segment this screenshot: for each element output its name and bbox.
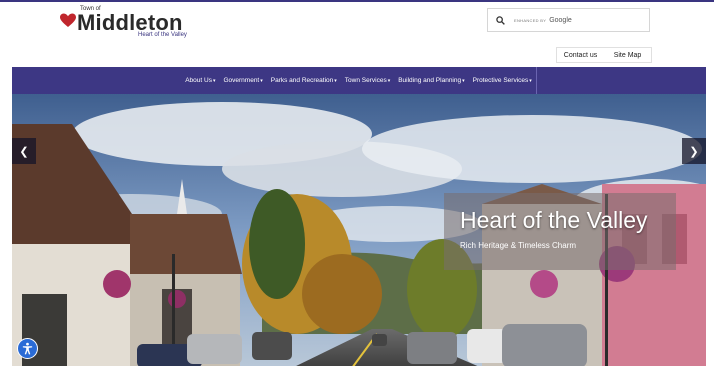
hero-slider: Heart of the Valley Rich Heritage & Time… bbox=[12, 94, 706, 366]
slider-prev-button[interactable]: ❮ bbox=[12, 138, 36, 164]
search-box[interactable]: ENHANCED BY Google bbox=[487, 8, 650, 32]
nav-label: Building and Planning bbox=[398, 77, 462, 84]
page: Town of Middleton Heart of the Valley EN… bbox=[0, 0, 714, 366]
accessibility-button[interactable] bbox=[17, 338, 38, 359]
nav-label: Government bbox=[223, 77, 260, 84]
chevron-down-icon: ▾ bbox=[212, 77, 216, 84]
accessibility-icon bbox=[22, 342, 33, 355]
nav-item-about-us[interactable]: About Us ▾ bbox=[181, 67, 219, 94]
nav-label: Protective Services bbox=[472, 77, 529, 84]
nav-label: Parks and Recreation bbox=[270, 77, 334, 84]
chevron-left-icon: ❮ bbox=[19, 145, 29, 158]
nav-item-protective-services[interactable]: Protective Services ▾ bbox=[469, 67, 537, 94]
slider-next-button[interactable]: ❯ bbox=[682, 138, 706, 164]
nav-item-building-and-planning[interactable]: Building and Planning ▾ bbox=[394, 67, 468, 94]
chevron-down-icon: ▾ bbox=[387, 77, 391, 84]
search-icon[interactable] bbox=[488, 15, 512, 25]
hero-caption: Heart of the Valley Rich Heritage & Time… bbox=[444, 193, 676, 270]
nav-label: Town Services bbox=[344, 77, 387, 84]
search-enhanced-label: ENHANCED BY bbox=[514, 17, 547, 23]
chevron-down-icon: ▾ bbox=[260, 77, 263, 84]
nav-item-government[interactable]: Government ▾ bbox=[219, 67, 266, 94]
hero-title: Heart of the Valley bbox=[460, 207, 648, 233]
site-map-link[interactable]: Site Map bbox=[604, 48, 651, 62]
nav-item-town-services[interactable]: Town Services ▾ bbox=[341, 67, 394, 94]
utility-links: Contact us Site Map bbox=[556, 47, 652, 63]
chevron-down-icon: ▾ bbox=[462, 77, 465, 84]
logo-tagline: Heart of the Valley bbox=[138, 32, 187, 38]
chevron-down-icon: ▾ bbox=[334, 77, 337, 84]
nav-label: About Us bbox=[185, 77, 212, 84]
chevron-down-icon: ▾ bbox=[529, 77, 532, 84]
nav-item-parks-and-recreation[interactable]: Parks and Recreation ▾ bbox=[267, 67, 341, 94]
town-logo[interactable]: Town of Middleton Heart of the Valley bbox=[60, 6, 200, 42]
contact-us-link[interactable]: Contact us bbox=[557, 48, 604, 62]
main-nav: About Us ▾ Government ▾ Parks and Recreati… bbox=[12, 67, 706, 94]
chevron-right-icon: ❯ bbox=[689, 145, 699, 158]
hero-subtitle: Rich Heritage & Timeless Charm bbox=[460, 241, 577, 250]
search-provider-label: Google bbox=[549, 16, 572, 24]
heart-icon bbox=[60, 13, 76, 27]
